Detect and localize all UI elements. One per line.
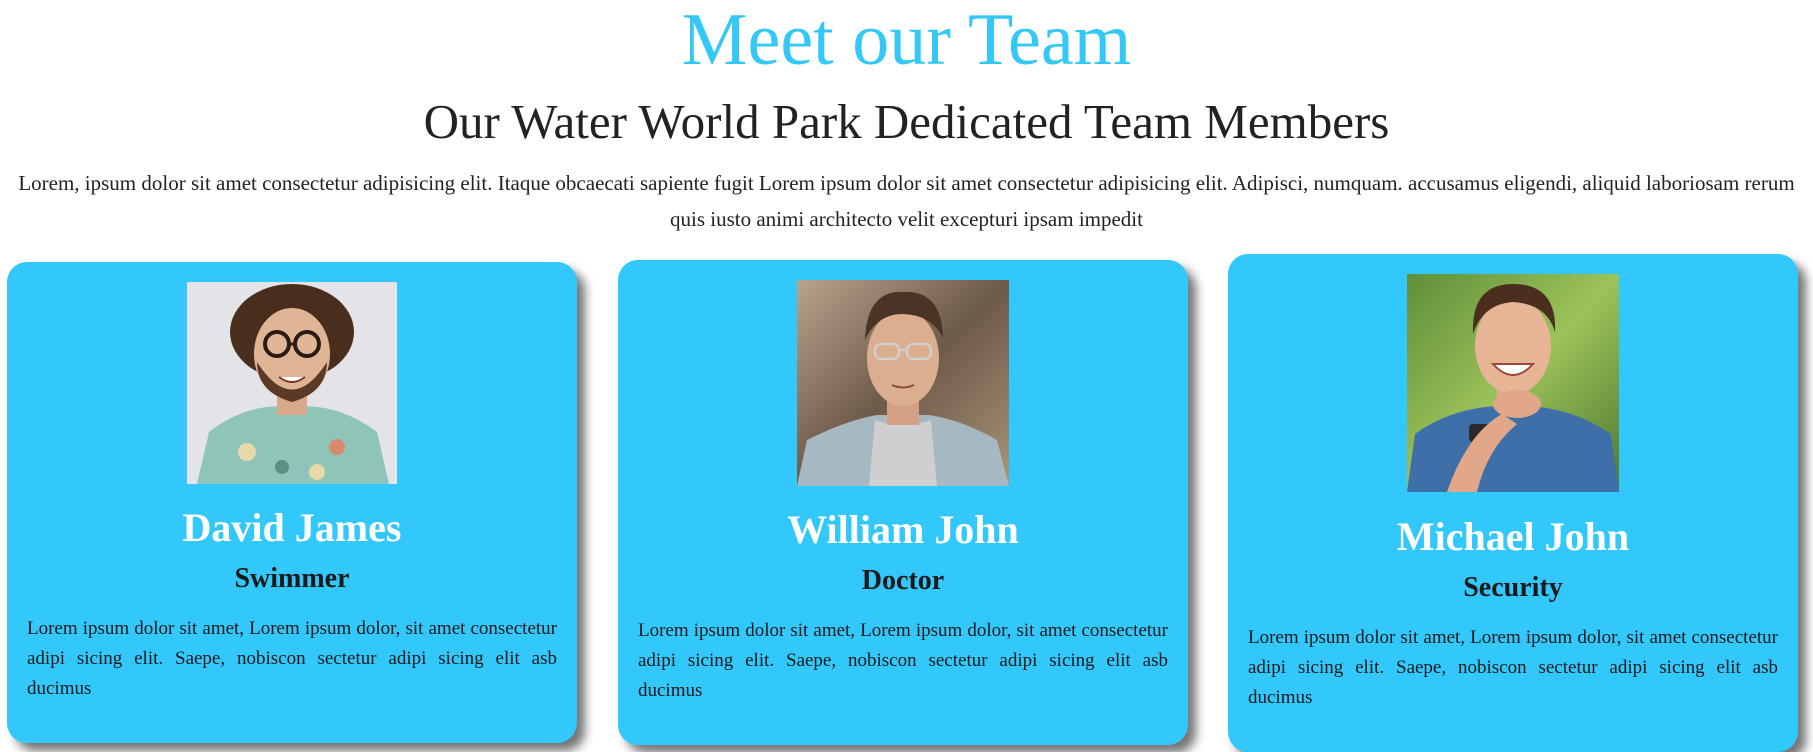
team-member-description: Lorem ipsum dolor sit amet, Lorem ipsum …	[638, 620, 1168, 701]
page-title: Meet our Team	[681, 0, 1132, 81]
team-member-name: William John	[787, 507, 1019, 552]
team-member-photo	[187, 282, 397, 484]
team-member-description: Lorem ipsum dolor sit amet, Lorem ipsum …	[1248, 627, 1778, 708]
team-member-name: Michael John	[1396, 514, 1630, 559]
team-member-photo	[797, 280, 1009, 486]
team-member-photo	[1407, 274, 1619, 492]
page-subtitle: Our Water World Park Dedicated Team Memb…	[423, 94, 1390, 149]
team-page: Meet our Team Our Water World Park Dedic…	[0, 0, 1813, 752]
team-member-card: Michael John Security Lorem ipsum dolor …	[1228, 254, 1798, 752]
team-member-description: Lorem ipsum dolor sit amet, Lorem ipsum …	[27, 618, 557, 699]
team-member-name: David James	[182, 505, 402, 550]
team-member-card: William John Doctor Lorem ipsum dolor si…	[618, 260, 1188, 745]
team-member-role: Security	[1463, 572, 1563, 603]
team-member-role: Swimmer	[234, 563, 350, 594]
intro-paragraph: Lorem, ipsum dolor sit amet consectetur …	[18, 171, 1795, 231]
team-member-role: Doctor	[861, 565, 945, 596]
team-member-card: David James Swimmer Lorem ipsum dolor si…	[7, 262, 577, 743]
